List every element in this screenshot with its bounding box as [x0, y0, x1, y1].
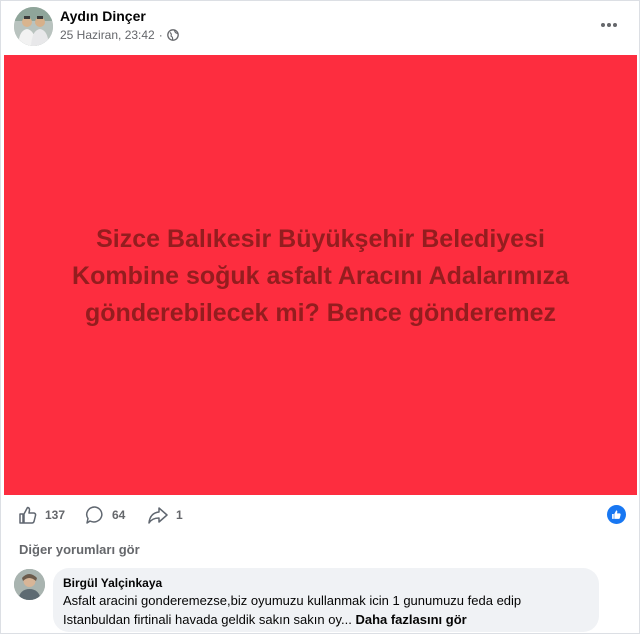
like-count: 137: [45, 508, 66, 522]
like-button[interactable]: 137: [18, 501, 65, 529]
view-more-comments-link[interactable]: Diğer yorumları gör: [19, 542, 140, 557]
comment-bubble: Birgül Yalçinkaya Asfalt aracini gondere…: [53, 568, 599, 632]
like-reaction-icon[interactable]: [607, 505, 626, 524]
comment-text: Asfalt aracini gonderemezse,biz oyumuzu …: [63, 591, 589, 629]
author-avatar[interactable]: [14, 7, 53, 46]
post-card: Aydın Dinçer 25 Haziran, 23:42 · Sizce B…: [0, 0, 640, 634]
post-meta: 25 Haziran, 23:42 ·: [60, 28, 179, 42]
comment-count: 64: [112, 508, 126, 522]
share-count: 1: [176, 508, 183, 522]
comment-line: Istanbuldan firtinali havada geldik sakı…: [63, 610, 589, 629]
banner-line: Sizce Balıkesir Büyükşehir Belediyesi: [96, 224, 545, 253]
commenter-name[interactable]: Birgül Yalçinkaya: [63, 576, 589, 590]
more-options-icon[interactable]: [595, 11, 623, 39]
meta-separator: ·: [158, 28, 163, 42]
banner-line: gönderebilecek mi? Bence gönderemez: [85, 298, 556, 327]
commenter-photo: [14, 569, 45, 600]
commenter-avatar[interactable]: [14, 569, 45, 600]
globe-icon[interactable]: [166, 29, 179, 41]
post-timestamp[interactable]: 25 Haziran, 23:42: [60, 28, 155, 42]
comment-line-text: Istanbuldan firtinali havada geldik sakı…: [63, 612, 352, 627]
reaction-bar: 137 64 1: [1, 501, 639, 531]
see-more-link[interactable]: Daha fazlasını gör: [355, 612, 466, 627]
thumbs-up-icon: [19, 506, 37, 524]
share-arrow-icon: [148, 507, 168, 524]
avatar-photo: [14, 7, 53, 46]
banner-text: Sizce Balıkesir Büyükşehir Belediyesi Ko…: [41, 221, 601, 332]
author-name[interactable]: Aydın Dinçer: [60, 8, 146, 24]
post-header: Aydın Dinçer 25 Haziran, 23:42 ·: [1, 1, 639, 55]
comment-button[interactable]: 64: [85, 501, 125, 529]
banner-line: Kombine soğuk asfalt Aracını Adalarımıza: [72, 261, 569, 290]
share-button[interactable]: 1: [147, 501, 183, 529]
post-image-banner[interactable]: Sizce Balıkesir Büyükşehir Belediyesi Ko…: [4, 55, 637, 495]
comment-bubble-icon: [86, 506, 103, 524]
comment-line: Asfalt aracini gonderemezse,biz oyumuzu …: [63, 593, 522, 608]
